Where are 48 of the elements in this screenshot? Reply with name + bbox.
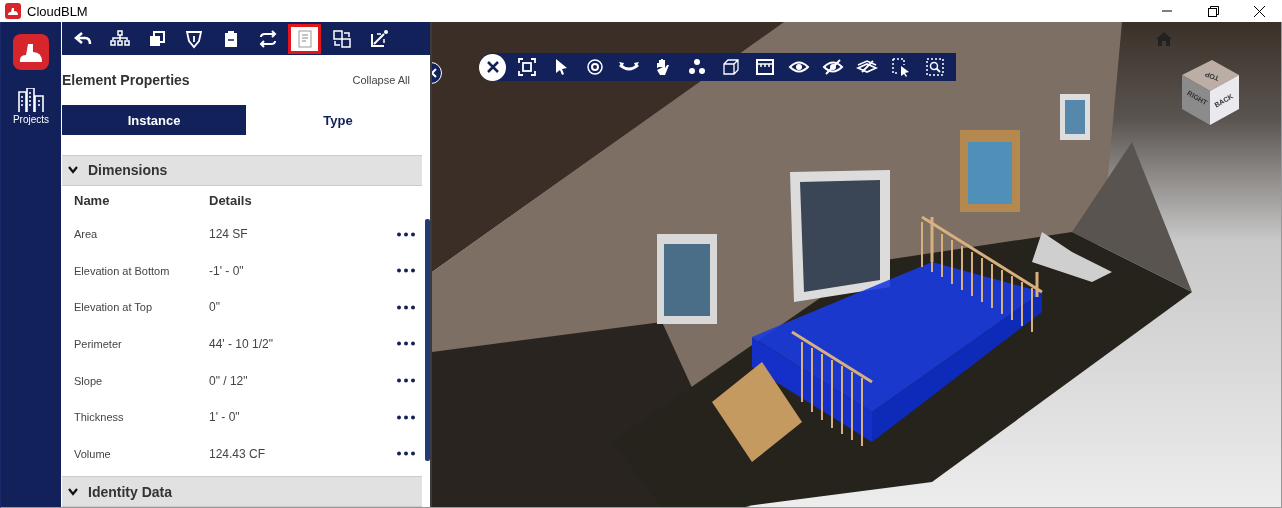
property-name: Elevation at Bottom (74, 264, 171, 277)
property-name: Slope (74, 374, 104, 387)
section-header[interactable]: Identity Data (62, 476, 422, 507)
property-value: -1' - 0" (209, 263, 245, 278)
projects-nav-item[interactable]: Projects (10, 86, 52, 127)
ellipsis-icon (396, 378, 416, 384)
property-name: Perimeter (74, 337, 123, 350)
ellipsis-icon (396, 231, 416, 237)
restore-icon (1207, 5, 1219, 17)
document-button[interactable] (288, 23, 321, 54)
column-header: Details (209, 193, 252, 209)
property-value: 44' - 10 1/2" (209, 336, 274, 351)
close-button[interactable] (479, 53, 506, 81)
collapse-all-button[interactable]: Collapse All (352, 74, 410, 86)
property-value: 1' - 0" (209, 410, 241, 425)
chevron-down-icon (68, 166, 78, 175)
property-value: 0" / 12" (209, 373, 249, 388)
window-title: CloudBLM (27, 3, 89, 19)
app-logo-icon (5, 3, 21, 19)
properties-tab[interactable]: Instance (62, 105, 246, 135)
property-name: Elevation at Top (74, 301, 154, 314)
app-logo-icon (13, 34, 49, 70)
section-title: Dimensions (88, 162, 168, 179)
zoom-box-icon (923, 56, 946, 78)
property-name: Area (74, 228, 99, 241)
fit-view-icon (515, 56, 538, 78)
property-value: 124 SF (209, 227, 249, 242)
property-name: Volume (74, 447, 112, 460)
window-drawing (1060, 94, 1090, 140)
ellipsis-icon (396, 451, 416, 457)
section-title: Identity Data (88, 483, 172, 500)
section-header[interactable]: Dimensions (62, 155, 422, 186)
ellipsis-icon (396, 414, 416, 420)
scrollbar-thumb[interactable] (425, 219, 430, 461)
ellipsis-icon (396, 341, 416, 347)
property-name: Thickness (74, 411, 125, 424)
chevron-down-icon (68, 487, 78, 496)
property-value: 124.43 CF (209, 446, 267, 461)
column-header: Name (74, 193, 111, 209)
section-box-icon (753, 56, 776, 78)
ellipsis-icon (396, 304, 416, 310)
compare-icon (330, 27, 353, 50)
buildings-icon (18, 88, 44, 112)
ellipsis-icon (396, 268, 416, 274)
close-icon (1253, 5, 1265, 17)
panel-title: Element Properties (62, 72, 190, 88)
home-icon (1155, 31, 1173, 47)
property-value: 0" (209, 300, 221, 315)
